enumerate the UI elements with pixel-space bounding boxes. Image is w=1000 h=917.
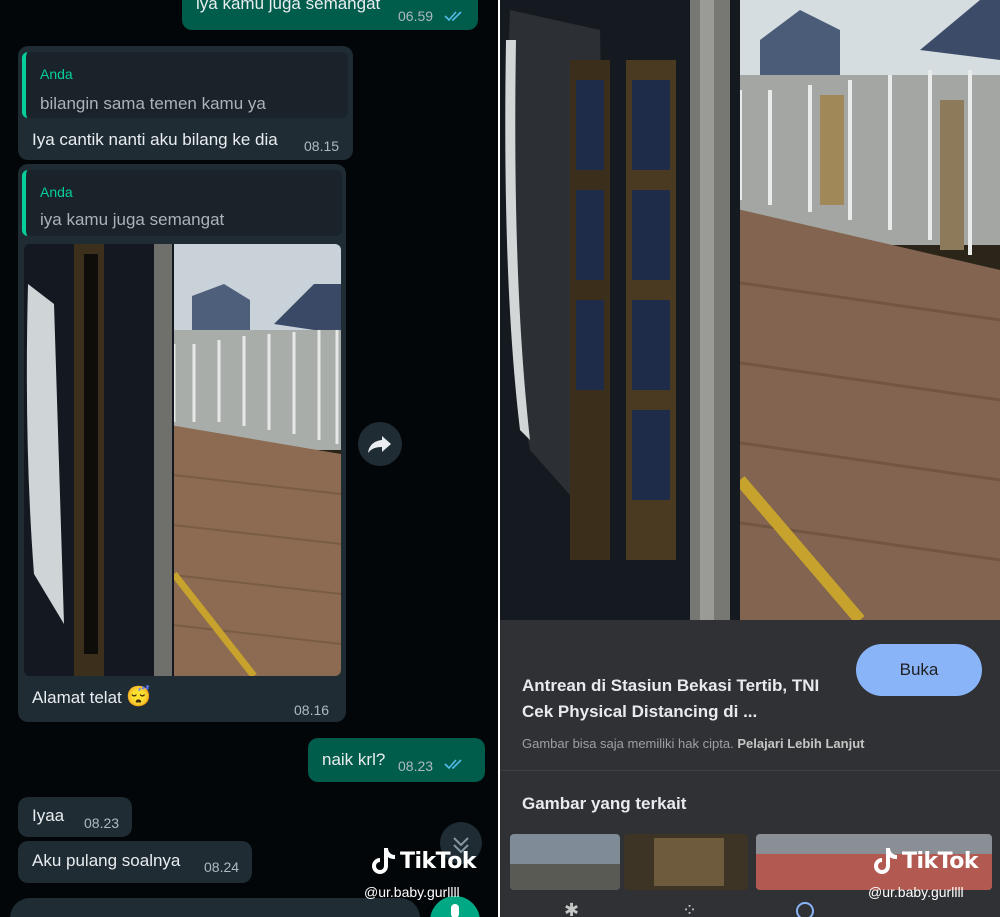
train-photo-enlarged	[500, 0, 1000, 620]
forward-button[interactable]	[358, 422, 402, 466]
message-text: Iya cantik nanti aku bilang ke dia	[32, 130, 278, 149]
related-heading: Gambar yang terkait	[522, 794, 687, 813]
tiktok-watermark: TikTok	[872, 846, 979, 876]
tiktok-logo-icon	[372, 848, 395, 874]
related-image[interactable]	[510, 834, 620, 890]
chat-screen: iya kamu juga semangat 06.59 Anda bilang…	[0, 0, 498, 917]
message-text: Iyaa	[32, 806, 65, 825]
open-button[interactable]: Buka	[856, 644, 982, 696]
reply-quote[interactable]: Anda iya kamu juga semangat	[22, 170, 342, 236]
copyright-note: Gambar bisa saja memiliki hak cipta.	[522, 736, 734, 751]
message-time: 08.16	[294, 702, 330, 718]
message-time: 08.24	[204, 859, 240, 875]
message-outgoing[interactable]: naik krl? 08.23	[308, 738, 485, 782]
lens-nav-icon[interactable]: ✱	[564, 900, 584, 917]
message-input-bar[interactable]	[10, 898, 420, 917]
message-incoming[interactable]: Iyaa 08.23	[18, 797, 132, 837]
reply-quote[interactable]: Anda bilangin sama temen kamu ya	[22, 52, 348, 118]
lens-nav-icon[interactable]: ⁘	[682, 900, 702, 917]
message-time: 08.23	[398, 758, 434, 774]
open-button-label: Buka	[899, 660, 939, 679]
message-time: 06.59	[398, 8, 434, 24]
lens-nav-icon[interactable]	[796, 902, 814, 917]
copyright-line: Gambar bisa saja memiliki hak cipta. Pel…	[522, 736, 864, 751]
message-outgoing[interactable]: iya kamu juga semangat 06.59	[182, 0, 478, 30]
panel-divider	[498, 0, 500, 917]
message-incoming[interactable]: Anda bilangin sama temen kamu ya Iya can…	[18, 46, 353, 160]
result-title-line2[interactable]: Cek Physical Distancing di ...	[522, 702, 757, 722]
message-text: naik krl?	[322, 750, 386, 769]
double-check-icon	[444, 759, 462, 770]
message-text: Alamat telat	[32, 688, 122, 707]
message-text: Aku pulang soalnya	[32, 851, 181, 870]
related-image[interactable]	[624, 834, 748, 890]
quote-author: Anda	[40, 184, 73, 200]
tiktok-brand: TikTok	[902, 848, 979, 874]
sleepy-emoji: 😴	[126, 686, 151, 708]
forward-icon	[368, 436, 391, 453]
tiktok-logo-icon	[874, 848, 897, 874]
quote-text: bilangin sama temen kamu ya	[40, 94, 266, 113]
message-incoming[interactable]: Aku pulang soalnya 08.24	[18, 841, 252, 883]
double-check-icon	[444, 11, 462, 22]
tiktok-watermark: TikTok	[370, 846, 477, 876]
message-time: 08.15	[304, 138, 340, 154]
result-title-line1[interactable]: Antrean di Stasiun Bekasi Tertib, TNI	[522, 676, 819, 696]
learn-more-link[interactable]: Pelajari Lebih Lanjut	[737, 736, 864, 751]
quote-text: iya kamu juga semangat	[40, 210, 225, 229]
google-lens-screen: Antrean di Stasiun Bekasi Tertib, TNI Ce…	[500, 0, 1000, 917]
tiktok-username: @ur.baby.gurllll	[868, 884, 964, 900]
message-time: 08.23	[84, 815, 120, 831]
tiktok-brand: TikTok	[400, 848, 477, 874]
quote-author: Anda	[40, 66, 73, 82]
message-text: iya kamu juga semangat	[196, 0, 381, 13]
tiktok-username: @ur.baby.gurllll	[364, 884, 460, 900]
divider	[500, 770, 1000, 771]
train-photo-thumbnail[interactable]	[24, 244, 341, 676]
